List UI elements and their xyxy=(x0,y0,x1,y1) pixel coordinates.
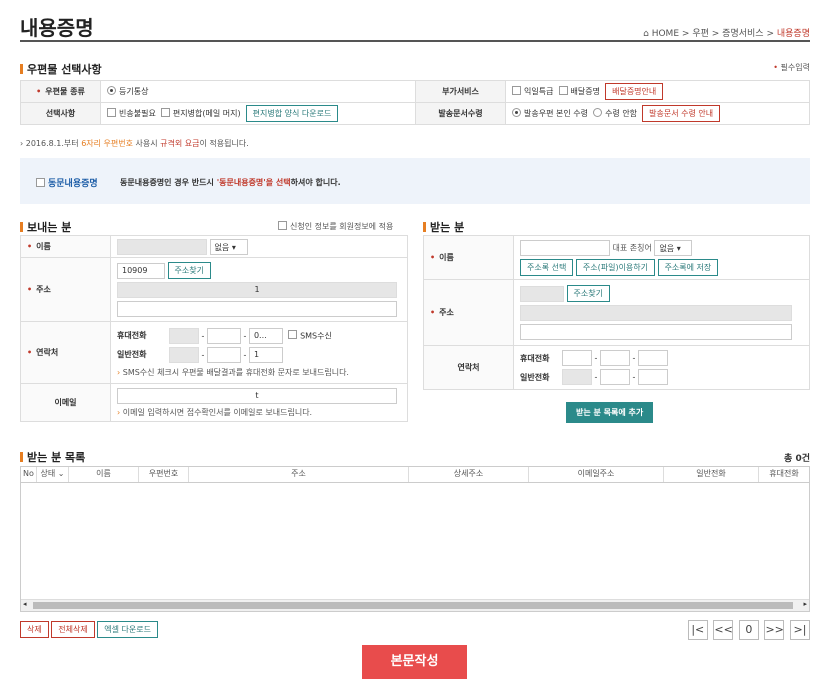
receiver-zip-search-button[interactable]: 주소찾기 xyxy=(566,285,610,302)
postcode-notice: › 2016.8.1.부터 6자리 우편번호 사용시 규격외 요금이 적용됩니다… xyxy=(20,139,249,148)
title-divider xyxy=(20,40,810,42)
breadcrumb-home[interactable]: HOME xyxy=(652,29,679,39)
breadcrumb-current: 내용증명 xyxy=(776,29,810,39)
type-radio[interactable] xyxy=(107,86,116,95)
scroll-left-icon[interactable]: ◂ xyxy=(23,600,27,608)
sms-checkbox[interactable] xyxy=(288,330,298,339)
horizontal-scrollbar[interactable]: ◂ ▸ xyxy=(21,599,809,611)
list-actions: 삭제 전체삭제 엑셀 다운로드 xyxy=(20,621,158,638)
mail-merge-checkbox[interactable] xyxy=(160,108,170,117)
receiver-list-title: 받는 분 목록 xyxy=(20,449,85,465)
receiver-list-table: No 상태 ⌄ 이름 우편번호 주소 상세주소 이메일주소 일반전화 휴대전화 … xyxy=(20,466,810,612)
first-page-button[interactable]: |< xyxy=(687,620,708,640)
page-title: 내용증명 xyxy=(20,16,94,40)
receiver-mobile-3[interactable] xyxy=(637,350,668,366)
sender-mobile-3[interactable]: 0... xyxy=(248,327,283,344)
sender-address-detail[interactable] xyxy=(117,301,397,317)
address-book-save-button[interactable]: 주소록에 저장 xyxy=(657,258,719,276)
receiver-name-input[interactable] xyxy=(520,239,610,256)
scrollbar-thumb[interactable] xyxy=(33,602,793,609)
receiver-count: 총 0건 xyxy=(784,454,810,464)
receiver-phone-1[interactable] xyxy=(562,369,592,385)
sender-title-select[interactable]: 없음 ▾ xyxy=(209,238,248,255)
delivery-proof-checkbox[interactable] xyxy=(558,86,568,95)
sender-title: 보내는 분 xyxy=(20,219,71,235)
sender-address-input[interactable]: 1 xyxy=(117,282,397,298)
same-content-note: 동문내용증명인 경우 반드시 '동문내용증명'을 선택하셔야 합니다. xyxy=(120,178,341,187)
current-page: 0 xyxy=(738,620,759,640)
prev-page-button[interactable]: << xyxy=(713,620,734,640)
receive-self-radio[interactable] xyxy=(512,108,521,117)
table-header: No 상태 ⌄ 이름 우편번호 주소 상세주소 이메일주소 일반전화 휴대전화 xyxy=(21,467,809,483)
sender-name-input[interactable] xyxy=(117,238,207,255)
sender-email-input[interactable]: t xyxy=(117,387,397,404)
required-note: 필수입력 xyxy=(773,62,810,73)
receiver-title: 받는 분 xyxy=(423,219,464,235)
sender-zip-input[interactable]: 10909 xyxy=(117,262,165,279)
sender-zip-search-button[interactable]: 주소찾기 xyxy=(167,262,211,279)
sender-mobile-1[interactable] xyxy=(169,327,199,344)
return-checkbox[interactable] xyxy=(107,108,116,117)
breadcrumb-cert[interactable]: 증명서비스 xyxy=(722,29,763,39)
receiver-address-detail[interactable] xyxy=(520,324,792,340)
receiver-phone-3[interactable] xyxy=(637,369,668,385)
apply-member-checkbox[interactable] xyxy=(278,221,287,230)
sender-phone-3[interactable]: 1 xyxy=(248,346,283,363)
breadcrumb-post[interactable]: 우편 xyxy=(692,29,709,39)
receiver-mobile-1[interactable] xyxy=(562,350,592,366)
write-body-button[interactable]: 본문작성 xyxy=(362,645,467,679)
delete-button[interactable]: 삭제 xyxy=(20,621,49,638)
mail-options-table: • 우편물 종류 등기통상 부가서비스 익일특급 배달증명 배달증명안내 선택사항… xyxy=(20,80,810,125)
receiver-mobile-2[interactable] xyxy=(599,350,630,366)
merge-template-download-button[interactable]: 편지병합 양식 다운로드 xyxy=(245,105,339,122)
receiver-title-select[interactable]: 없음 ▾ xyxy=(654,239,693,256)
sender-table: • 이름 없음 ▾ • 주소 10909 주소찾기 1 • 연락처 휴대전화 - - … xyxy=(20,235,408,422)
apply-member-info: 신청인 정보를 회원정보에 적용 xyxy=(278,221,393,232)
next-page-button[interactable]: >> xyxy=(764,620,785,640)
receiver-table: • 이름 대표 존칭어 없음 ▾ 주소록 선택 주소(파일)이용하기 주소록에 저… xyxy=(423,235,810,390)
add-receiver-button[interactable]: 받는 분 목록에 추가 xyxy=(566,402,654,423)
pagination: |< << 0 >> >| xyxy=(685,620,810,640)
status-filter[interactable]: 상태 ⌄ xyxy=(37,467,69,482)
receiver-phone-2[interactable] xyxy=(599,369,630,385)
same-content-checkbox[interactable] xyxy=(36,178,45,187)
sender-phone-2[interactable] xyxy=(206,346,241,363)
receiver-zip-input[interactable] xyxy=(520,285,564,302)
sender-mobile-2[interactable] xyxy=(206,327,241,344)
excel-download-button[interactable]: 엑셀 다운로드 xyxy=(97,621,158,638)
breadcrumb: ⌂ HOME > 우편 > 증명서비스 > 내용증명 xyxy=(643,29,810,39)
mail-options-title: 우편물 선택사항 xyxy=(20,61,102,77)
next-day-checkbox[interactable] xyxy=(512,86,521,95)
chevron-down-icon: ⌄ xyxy=(57,469,65,478)
address-book-select-button[interactable]: 주소록 선택 xyxy=(520,258,574,276)
receive-guide-button[interactable]: 발송문서 수령 안내 xyxy=(642,105,721,122)
same-content-box: 동문내용증명 동문내용증명인 경우 반드시 '동문내용증명'을 선택하셔야 합니… xyxy=(20,158,810,204)
address-file-button[interactable]: 주소(파일)이용하기 xyxy=(575,258,656,276)
last-page-button[interactable]: >| xyxy=(790,620,810,640)
scroll-right-icon[interactable]: ▸ xyxy=(803,600,807,608)
delete-all-button[interactable]: 전체삭제 xyxy=(51,621,95,638)
delivery-proof-guide-button[interactable]: 배달증명안내 xyxy=(605,83,664,100)
sender-phone-1[interactable] xyxy=(169,346,199,363)
home-icon: ⌂ xyxy=(643,29,649,39)
receiver-address-input[interactable] xyxy=(520,305,792,321)
receive-none-radio[interactable] xyxy=(593,108,603,117)
